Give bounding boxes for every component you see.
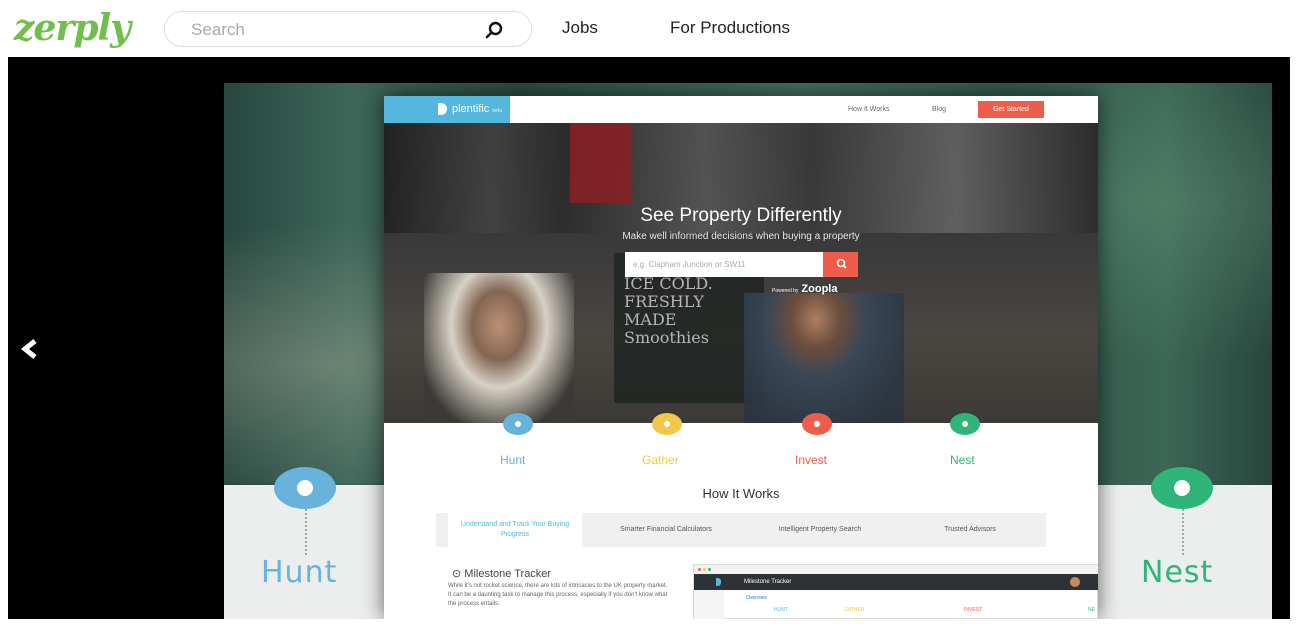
app-logo-icon: [716, 578, 721, 586]
app-track-hunt: HUNT: [774, 607, 788, 613]
bg-hunt-dot: [274, 467, 336, 509]
milestone-description: While it's not rocket science, there are…: [448, 583, 668, 607]
hero-awning: [570, 123, 632, 203]
app-mockup: Milestone Tracker Overview HUNT GATHER I…: [693, 564, 1098, 619]
app-title: Milestone Tracker: [744, 579, 792, 585]
app-window-chrome: [694, 565, 1098, 574]
zerply-logo[interactable]: zerply: [14, 6, 131, 50]
nav-for-productions[interactable]: For Productions: [670, 17, 790, 39]
search-icon[interactable]: [483, 19, 505, 41]
app-sidebar: [694, 590, 724, 619]
powered-by: Powered by Zoopla: [772, 283, 838, 295]
top-bar: zerply Jobs For Productions: [0, 0, 1298, 57]
app-track-invest: INVEST: [964, 607, 983, 613]
site-nav-blog: Blog: [932, 106, 947, 113]
search-box[interactable]: [164, 11, 532, 47]
hero-section: ICE COLD. FRESHLY MADE Smoothies See Pro…: [384, 123, 1098, 423]
feature-tabs: Understand and Track Your Buying Progres…: [436, 513, 1046, 547]
app-track-gather: GATHER: [844, 607, 865, 613]
chalkboard-text: ICE COLD. FRESHLY MADE Smoothies: [624, 274, 713, 347]
app-avatar: [1070, 577, 1080, 587]
step-invest-label: Invest: [795, 453, 828, 467]
hero-person-phone: [744, 293, 904, 423]
app-header-bar: Milestone Tracker: [694, 574, 1098, 590]
bg-hunt-label: Hunt: [261, 555, 338, 590]
hero-search-button: [823, 252, 858, 277]
site-nav: plentific beta How It Works Blog Get Sta…: [384, 96, 1098, 123]
tab-financial-calculators: Smarter Financial Calculators: [620, 526, 712, 533]
step-hunt-label: Hunt: [500, 453, 526, 467]
milestone-title: ⊙ Milestone Tracker: [452, 568, 552, 580]
step-gather-dot: [652, 413, 682, 435]
hero-title: See Property Differently: [640, 205, 842, 226]
bg-nest-label: Nest: [1141, 555, 1214, 590]
site-brand-name: plentific beta: [452, 103, 503, 115]
step-nest-dot: [950, 413, 980, 435]
step-invest-dot: [802, 413, 832, 435]
hero-person-reading: [424, 273, 574, 423]
hero-search-input: [625, 252, 823, 277]
tab-trusted-advisors: Trusted Advisors: [944, 526, 996, 533]
tab-track-progress: Understand and Track Your Buying Progres…: [448, 513, 582, 547]
search-input[interactable]: [191, 19, 481, 41]
bg-nest-stem: [1182, 509, 1184, 555]
how-it-works-title: How It Works: [702, 486, 780, 501]
get-started-button: Get Started: [978, 101, 1044, 118]
zoopla-logo: Zoopla: [801, 283, 838, 295]
hero-subtitle: Make well informed decisions when buying…: [622, 231, 860, 242]
previous-arrow-icon[interactable]: [18, 337, 42, 361]
bg-hunt-stem: [305, 509, 307, 555]
step-nest-label: Nest: [950, 453, 975, 467]
nav-jobs[interactable]: Jobs: [562, 17, 598, 39]
app-overview: Overview: [746, 595, 767, 601]
tab-property-search: Intelligent Property Search: [778, 526, 862, 533]
bg-nest-dot: [1151, 467, 1213, 509]
step-hunt-dot: [503, 413, 533, 435]
image-viewer: Hunt Nest plentific beta How It Works Bl…: [8, 57, 1290, 619]
site-nav-how-it-works: How It Works: [848, 106, 890, 113]
website-screenshot: plentific beta How It Works Blog Get Sta…: [384, 96, 1098, 619]
app-track-nest: NE: [1088, 607, 1095, 613]
site-brand: plentific beta: [384, 96, 510, 123]
step-gather-label: Gather: [642, 453, 679, 467]
plentific-logo-icon: [438, 103, 447, 115]
hero-search-icon: [836, 258, 847, 269]
